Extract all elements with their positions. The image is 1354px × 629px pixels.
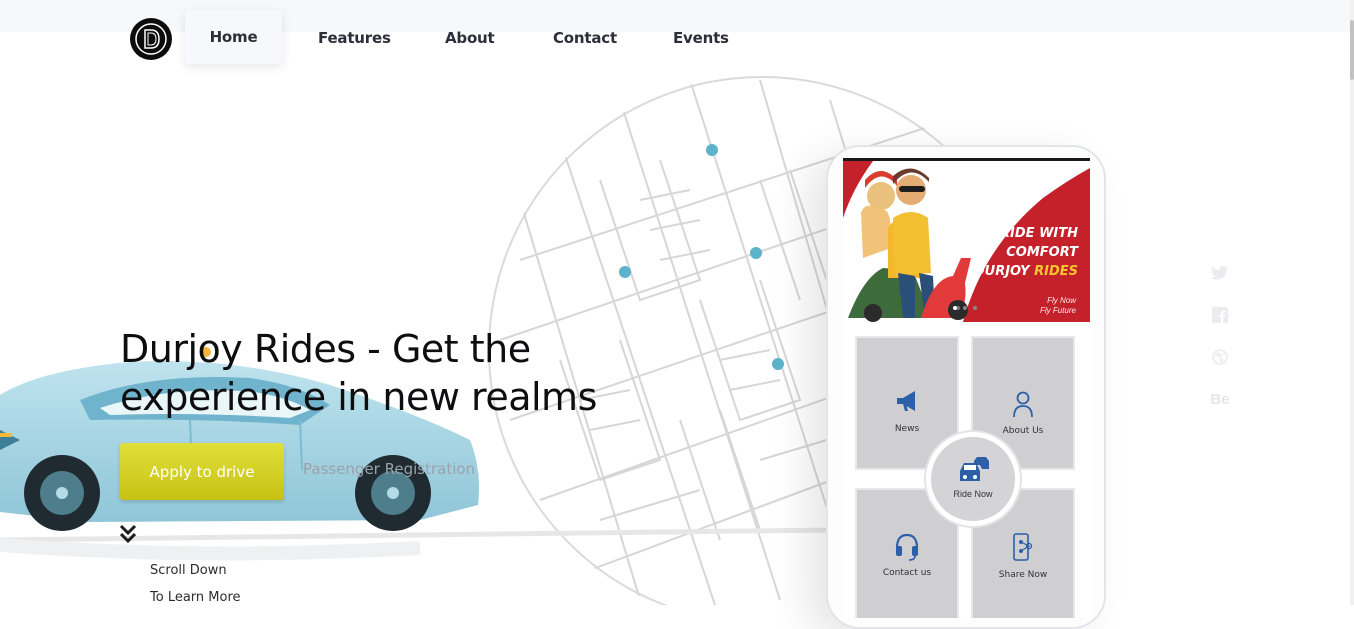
hero-background-art xyxy=(0,76,1036,605)
ride-now-button[interactable]: Ride Now xyxy=(926,432,1020,526)
nav-home[interactable]: Home xyxy=(185,10,282,64)
app-menu-grid: News About Us Contact us Share Now Ride … xyxy=(853,334,1081,618)
banner-brand-accent: RIDES xyxy=(1034,264,1078,279)
headset-icon xyxy=(895,533,919,561)
user-icon xyxy=(1013,391,1033,418)
apply-to-drive-button[interactable]: Apply to drive xyxy=(120,443,284,500)
scroll-down-label: Scroll Down xyxy=(150,563,227,578)
banner-line-3: DURJOY RIDES xyxy=(974,262,1078,281)
megaphone-icon xyxy=(897,391,915,411)
banner-headline: RIDE WITH COMFORT DURJOY RIDES xyxy=(974,224,1078,281)
hero-title-line-1: Durjoy Rides - Get the xyxy=(120,327,531,371)
hero-title-line-2: experience in new realms xyxy=(120,375,597,419)
tile-share-label: Share Now xyxy=(998,570,1048,580)
facebook-icon[interactable] xyxy=(1210,307,1230,323)
twitter-icon[interactable] xyxy=(1210,265,1230,281)
page-scrollbar[interactable] xyxy=(1350,0,1354,605)
nav-about[interactable]: About xyxy=(445,10,495,64)
nav-features[interactable]: Features xyxy=(318,10,391,64)
passenger-registration-link[interactable]: Passenger Registration xyxy=(303,460,475,478)
tile-news-label: News xyxy=(894,424,920,434)
nav-contact[interactable]: Contact xyxy=(553,10,617,64)
scroll-learn-more-label: To Learn More xyxy=(150,590,241,605)
double-chevron-down-icon[interactable] xyxy=(118,522,138,546)
cars-icon xyxy=(960,457,989,481)
banner-brand: DURJOY xyxy=(973,264,1030,279)
logo-mark-icon xyxy=(135,23,167,55)
banner-line-2: COMFORT xyxy=(1006,245,1078,260)
share-phone-icon xyxy=(1013,533,1033,561)
behance-icon[interactable]: Be xyxy=(1210,391,1230,408)
banner-tagline: Fly Now Fly Future xyxy=(1040,296,1076,316)
tile-contact-label: Contact us xyxy=(882,568,932,578)
dribbble-icon[interactable] xyxy=(1210,349,1230,365)
site-logo[interactable] xyxy=(130,18,172,60)
nav-events[interactable]: Events xyxy=(673,10,729,64)
ride-now-label: Ride Now xyxy=(953,489,993,499)
banner-tag-2: Fly Future xyxy=(1039,306,1076,315)
scrollbar-thumb[interactable] xyxy=(1350,20,1354,80)
banner-line-1: RIDE WITH xyxy=(1000,226,1078,241)
banner-tag-1: Fly Now xyxy=(1047,296,1076,305)
hero-title: Durjoy Rides - Get the experience in new… xyxy=(120,325,640,421)
phone-screen: RIDE WITH COMFORT DURJOY RIDES Fly Now F… xyxy=(843,158,1090,618)
